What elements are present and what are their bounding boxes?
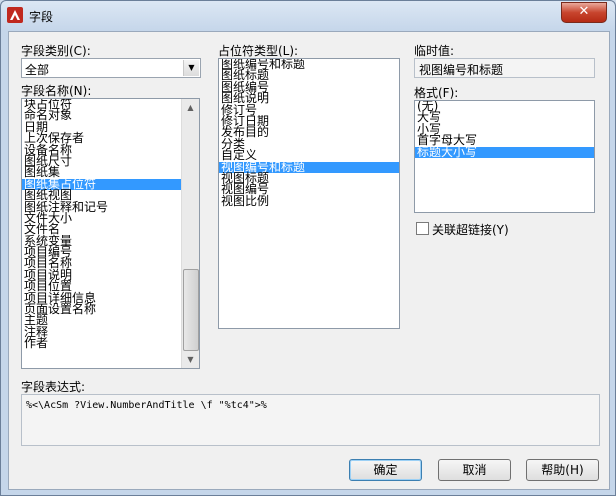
- window-title: 字段: [29, 10, 54, 24]
- chevron-down-icon[interactable]: ▼: [183, 60, 199, 76]
- hyperlink-checkbox[interactable]: [416, 222, 429, 235]
- dialog-body: 字段类别(C): 全部 ▼ 字段名称(N): 块占位符 命名对象 日期 上次保存者 设备…: [8, 31, 610, 490]
- field-name-item[interactable]: 命名对象: [22, 109, 199, 121]
- format-list[interactable]: (无) 大写 小写 首字母大写 标题大小写: [414, 100, 595, 213]
- field-names-list[interactable]: 块占位符 命名对象 日期 上次保存者 设备名称 图纸尺寸 图纸集 图纸集占位符 图纸视图 图纸注释…: [21, 98, 200, 369]
- placeholder-types-label: 占位符类型(L):: [218, 44, 299, 58]
- ok-button[interactable]: 确定: [349, 459, 422, 481]
- format-item[interactable]: (无): [415, 101, 594, 112]
- field-names-label: 字段名称(N):: [21, 84, 92, 98]
- expression-field[interactable]: %<\AcSm ?View.NumberAndTitle \f "%tc4">%: [21, 394, 600, 446]
- close-button[interactable]: ✕: [561, 2, 607, 23]
- help-button[interactable]: 帮助(H): [526, 459, 599, 481]
- format-item[interactable]: 大写: [415, 111, 594, 123]
- placeholder-type-item[interactable]: 视图比例: [219, 194, 399, 207]
- category-dropdown[interactable]: 全部 ▼: [21, 58, 201, 78]
- autocad-logo-icon: [7, 7, 23, 23]
- field-name-item[interactable]: 注释: [22, 326, 199, 338]
- field-names-scrollbar[interactable]: ▲ ▼: [181, 99, 199, 368]
- scroll-thumb[interactable]: [183, 269, 199, 351]
- category-label: 字段类别(C):: [21, 44, 91, 58]
- scroll-down-icon[interactable]: ▼: [182, 351, 199, 368]
- expression-label: 字段表达式:: [21, 380, 86, 394]
- format-item[interactable]: 标题大小写: [415, 145, 594, 158]
- scroll-up-icon[interactable]: ▲: [182, 99, 199, 116]
- title-bar[interactable]: 字段 ✕: [1, 1, 615, 31]
- category-value: 全部: [25, 63, 50, 77]
- temp-value-text: 视图编号和标题: [419, 63, 504, 77]
- placeholder-types-list[interactable]: 图纸编号和标题 图纸标题 图纸编号 图纸说明 修订号 修订日期 发布目的 分类 自定义 视图编号和…: [218, 58, 400, 329]
- field-dialog: 字段 ✕ 字段类别(C): 全部 ▼ 字段名称(N): 块占位符 命名对象 日期 上次…: [0, 0, 616, 496]
- temp-value-label: 临时值:: [414, 44, 455, 58]
- hyperlink-label[interactable]: 关联超链接(Y): [432, 221, 509, 238]
- placeholder-type-item[interactable]: 发布目的: [219, 126, 399, 138]
- field-name-item[interactable]: 主题: [22, 314, 199, 326]
- cancel-button[interactable]: 取消: [438, 459, 511, 481]
- field-name-item[interactable]: 作者: [22, 337, 199, 349]
- temp-value-field: 视图编号和标题: [414, 58, 595, 78]
- expression-text: %<\AcSm ?View.NumberAndTitle \f "%tc4">%: [26, 400, 267, 411]
- field-name-item[interactable]: 页面设置名称: [22, 303, 199, 315]
- format-label: 格式(F):: [414, 86, 459, 100]
